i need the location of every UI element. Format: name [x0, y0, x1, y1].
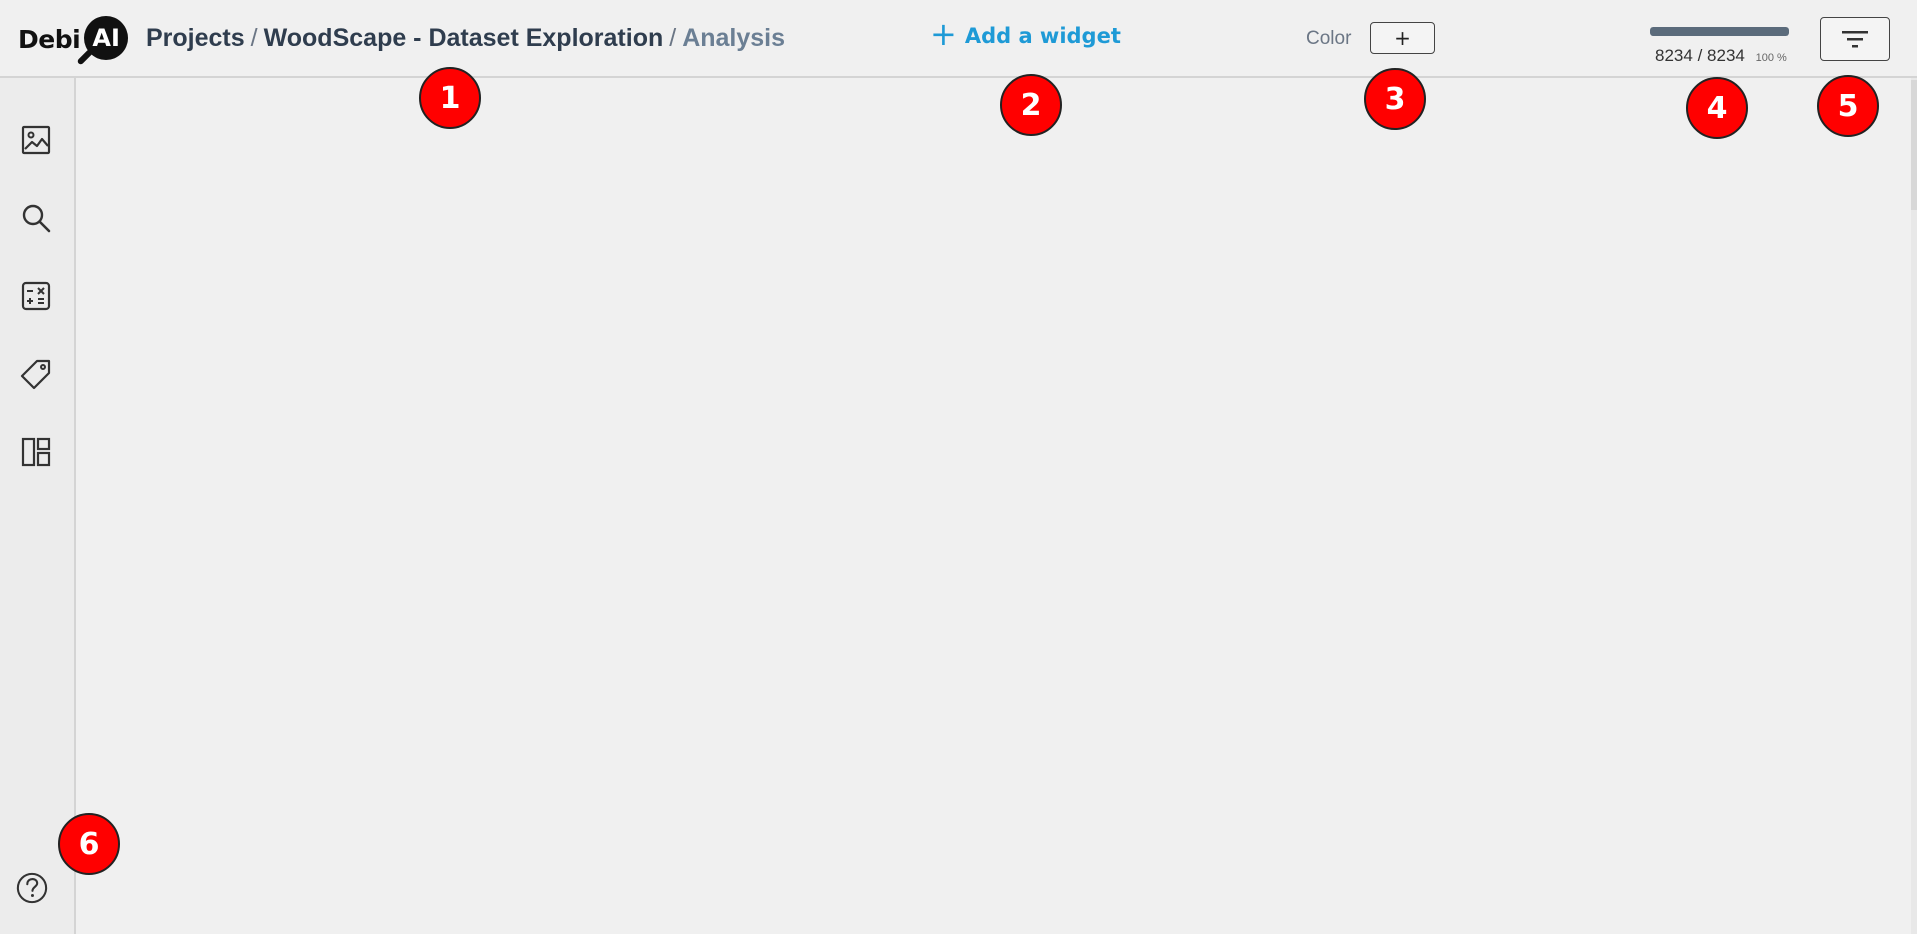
- scrollbar-thumb[interactable]: [1911, 80, 1917, 210]
- sidebar-item-help[interactable]: [16, 872, 48, 904]
- sidebar-item-data[interactable]: [20, 124, 52, 156]
- logo-text: Debi: [18, 24, 81, 54]
- analysis-workspace[interactable]: [76, 78, 1911, 934]
- selected-count: 8234: [1655, 46, 1693, 65]
- filter-icon: [1842, 31, 1868, 48]
- layout-icon: [21, 437, 51, 467]
- breadcrumb-projects[interactable]: Projects: [146, 24, 245, 52]
- sidebar: [0, 78, 76, 934]
- breadcrumb-current: Analysis: [682, 24, 786, 52]
- annotation-marker-2: 2: [1000, 74, 1062, 136]
- plus-icon: +: [930, 15, 957, 53]
- annotation-marker-3: 3: [1364, 68, 1426, 130]
- breadcrumb-project[interactable]: WoodScape - Dataset Exploration: [264, 24, 664, 52]
- filter-button[interactable]: [1820, 17, 1890, 61]
- selection-percent: 100 %: [1755, 52, 1787, 64]
- annotation-marker-1: 1: [419, 67, 481, 129]
- sidebar-item-layouts[interactable]: [20, 436, 52, 468]
- breadcrumb-separator: /: [669, 24, 677, 52]
- image-icon: [21, 125, 51, 155]
- add-widget-label: Add a widget: [964, 24, 1121, 48]
- sidebar-item-calculations[interactable]: [20, 280, 52, 312]
- debiai-logo[interactable]: Debi AI: [18, 14, 129, 66]
- color-label: Color: [1306, 28, 1352, 49]
- sidebar-item-tags[interactable]: [20, 358, 52, 390]
- breadcrumb: Projects / WoodScape - Dataset Exploration…: [146, 24, 785, 53]
- annotation-marker-4: 4: [1686, 77, 1748, 139]
- calculator-icon: [21, 281, 51, 311]
- top-bar: Debi AI Projects / WoodScape - Dataset Exp…: [0, 0, 1917, 78]
- plus-icon: +: [1394, 26, 1411, 50]
- sidebar-item-search[interactable]: [20, 202, 52, 234]
- total-count: 8234: [1707, 46, 1745, 65]
- breadcrumb-separator: /: [250, 24, 258, 52]
- help-icon: [16, 872, 48, 904]
- sample-count: 8234 / 8234 100 %: [1655, 46, 1787, 66]
- selection-progress-fill: [1650, 27, 1789, 36]
- selection-progress-bar: [1650, 27, 1789, 36]
- app-window: Debi AI Projects / WoodScape - Dataset Exp…: [0, 0, 1917, 934]
- add-widget-button[interactable]: + Add a widget: [930, 18, 1121, 50]
- add-color-button[interactable]: +: [1370, 22, 1435, 54]
- annotation-marker-5: 5: [1817, 75, 1879, 137]
- logo-badge-text: AI: [84, 16, 129, 60]
- tag-icon: [20, 359, 51, 390]
- logo-magnifier-badge: AI: [76, 16, 129, 66]
- search-icon: [22, 204, 51, 233]
- annotation-marker-6: 6: [58, 813, 120, 875]
- count-separator: /: [1697, 46, 1703, 65]
